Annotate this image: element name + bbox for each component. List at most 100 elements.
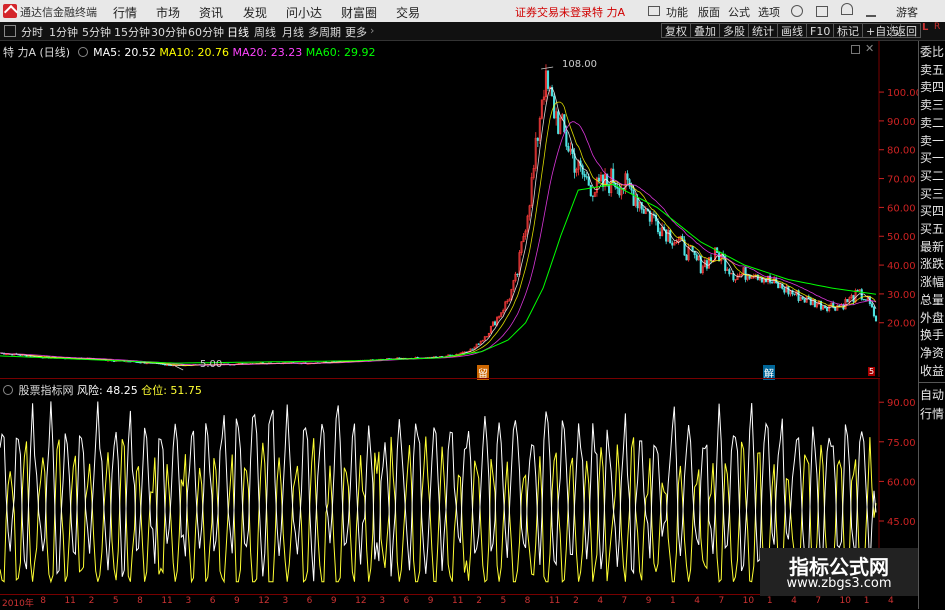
candle-body <box>493 321 497 326</box>
tab-more[interactable]: 更多 <box>345 24 367 40</box>
candle-body <box>567 146 570 152</box>
menu-caifuquan[interactable]: 财富圈 <box>341 4 377 21</box>
menu-layout[interactable]: 版面 <box>698 4 720 20</box>
candle-body <box>632 189 635 206</box>
candle-body <box>870 303 873 308</box>
time-axis-label: 2010年 <box>2 599 34 609</box>
tab-15min[interactable]: 15分钟 <box>114 24 150 40</box>
quote-side-panel: L R 委比 卖五 卖四 卖三 卖二 卖一 买一 买二 买三 买四 买五 最新 涨跌 涨幅 总量 外盘 换手 净资… <box>918 22 945 609</box>
candle-body <box>628 179 631 187</box>
y-tick-label: 100.00 <box>887 88 918 99</box>
menu-function[interactable]: 功能 <box>666 4 688 20</box>
window-icon[interactable] <box>648 6 660 16</box>
f10-button[interactable]: F10 <box>806 23 835 38</box>
candle-body <box>728 269 731 275</box>
panel-quote[interactable]: 行情 <box>919 405 945 424</box>
stats-button[interactable]: 统计 <box>748 23 778 38</box>
candle-body <box>838 305 841 307</box>
panel-item[interactable]: 涨幅 <box>919 273 945 292</box>
back-button[interactable]: 返回 <box>891 23 921 38</box>
y-tick-label: 90.00 <box>887 117 916 128</box>
menu-discover[interactable]: 发现 <box>243 4 267 21</box>
grid-icon[interactable] <box>4 25 16 37</box>
tab-30min[interactable]: 30分钟 <box>151 24 187 40</box>
menu-market[interactable]: 市场 <box>156 4 180 21</box>
corner-l[interactable]: L <box>922 22 928 33</box>
menu-trade[interactable]: 交易 <box>396 4 420 21</box>
tab-fenshi[interactable]: 分时 <box>21 24 43 40</box>
panel-item[interactable]: 外盘 <box>919 309 945 328</box>
app-name: 通达信金融终端 <box>20 6 97 19</box>
tab-weekly[interactable]: 周线 <box>254 24 276 40</box>
menu-formula[interactable]: 公式 <box>728 4 750 20</box>
high-price-label: 108.00 <box>562 59 597 70</box>
adjust-button[interactable]: 复权 <box>661 23 691 38</box>
draw-button[interactable]: 画线 <box>777 23 807 38</box>
ma10-line <box>0 101 877 366</box>
menu-hq[interactable]: 行情 <box>113 4 137 21</box>
candle-body <box>862 299 865 301</box>
candle-body <box>824 306 827 308</box>
panel-item[interactable]: 买四 <box>919 202 945 221</box>
panel-item[interactable]: 委比 <box>919 43 945 62</box>
candle-body <box>656 220 660 233</box>
guest-label[interactable]: 游客 <box>896 4 918 20</box>
tab-multi-period[interactable]: 多周期 <box>308 24 341 40</box>
panel-item[interactable]: 买二 <box>919 167 945 186</box>
panel-item[interactable]: 收益 <box>919 362 945 381</box>
y-tick-label: 70.00 <box>887 175 916 186</box>
contact-icon[interactable] <box>866 6 876 17</box>
sub-y-tick-label: 75.00 <box>887 438 916 449</box>
panel-item[interactable]: 买一 <box>919 149 945 168</box>
candle-body <box>856 290 859 292</box>
panel-item[interactable]: 换手 <box>919 326 945 345</box>
panel-item[interactable]: 卖一 <box>919 132 945 151</box>
risk-line <box>0 401 877 582</box>
menu-options[interactable]: 选项 <box>758 4 780 20</box>
panel-item[interactable]: 净资 <box>919 344 945 363</box>
panel-item[interactable]: 总量 <box>919 291 945 310</box>
y-tick-label: 40.00 <box>887 261 916 272</box>
login-notice[interactable]: 证券交易未登录 <box>515 4 592 20</box>
time-axis-label: 5 <box>112 596 119 606</box>
kline-chart-pane[interactable]: 特 力A (日线) MA5: 20.52 MA10: 20.76 MA20: 2… <box>0 41 918 380</box>
marker-5[interactable]: 5 <box>868 367 876 376</box>
tab-60min[interactable]: 60分钟 <box>188 24 224 40</box>
multi-stock-button[interactable]: 多股 <box>719 23 749 38</box>
candle-body <box>744 267 747 280</box>
tab-1min[interactable]: 1分钟 <box>49 24 78 40</box>
overlay-button[interactable]: 叠加 <box>690 23 720 38</box>
bell-icon[interactable] <box>841 3 853 15</box>
search-icon[interactable] <box>791 5 803 17</box>
mark-button[interactable]: 标记 <box>833 23 863 38</box>
candle-body <box>477 343 480 345</box>
chevron-right-icon[interactable]: › <box>370 24 374 37</box>
panel-item[interactable]: 卖五 <box>919 61 945 80</box>
menu-wenxiaoda[interactable]: 问小达 <box>286 4 322 21</box>
panel-item[interactable]: 卖四 <box>919 78 945 97</box>
tab-monthly[interactable]: 月线 <box>282 24 304 40</box>
y-tick-label: 80.00 <box>887 146 916 157</box>
candle-body <box>557 111 560 134</box>
high-marker-line <box>541 66 554 70</box>
panel-item[interactable]: 最新 <box>919 238 945 257</box>
menu-news[interactable]: 资讯 <box>199 4 223 21</box>
candle-body <box>471 348 474 350</box>
panel-item[interactable]: 涨跌 <box>919 255 945 274</box>
candle-body <box>19 354 22 356</box>
indicator-pane[interactable]: 股票指标网 风险: 48.25 仓位: 51.75 90.00 75.00 60.0… <box>0 378 916 595</box>
panel-item[interactable]: 买三 <box>919 185 945 204</box>
panel-item[interactable]: 卖三 <box>919 96 945 115</box>
message-icon[interactable] <box>816 6 828 17</box>
candle-body <box>846 299 849 303</box>
y-tick-label: 50.00 <box>887 232 916 243</box>
tab-daily[interactable]: 日线 <box>227 24 249 40</box>
panel-item[interactable]: 卖二 <box>919 114 945 133</box>
panel-auto[interactable]: 自动 <box>919 386 945 405</box>
candle-body <box>565 131 568 147</box>
time-axis-label: 7 <box>718 596 725 606</box>
sub-y-tick-label: 90.00 <box>887 398 916 409</box>
tab-5min[interactable]: 5分钟 <box>82 24 111 40</box>
panel-item[interactable]: 买五 <box>919 220 945 239</box>
corner-r[interactable]: R <box>934 22 940 32</box>
